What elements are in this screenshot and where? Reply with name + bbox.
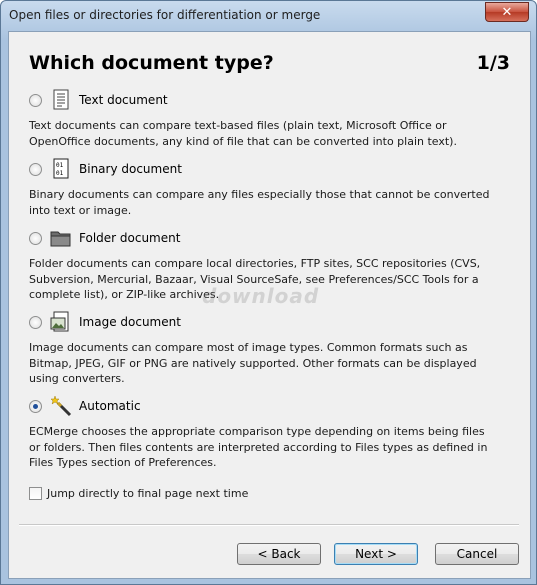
svg-text:01: 01 (56, 162, 64, 169)
option-description: Text documents can compare text-based fi… (29, 119, 457, 148)
option-binary-document[interactable]: 01 01 Binary document (29, 156, 182, 182)
binary-document-icon: 01 01 (50, 158, 72, 180)
radio-automatic[interactable] (29, 399, 42, 413)
radio-folder-document[interactable] (29, 231, 42, 245)
radio-text-document[interactable] (29, 93, 42, 107)
text-document-icon (50, 89, 72, 111)
watermark: download (202, 284, 320, 308)
folder-icon (50, 227, 72, 249)
checkbox-label: Jump directly to final page next time (47, 487, 249, 500)
wizard-page: Which document type? 1/3 Text document T… (8, 31, 531, 579)
separator (19, 524, 519, 526)
option-label: Binary document (79, 162, 182, 176)
window-title: Open files or directories for differenti… (9, 8, 321, 22)
option-label: Image document (79, 315, 181, 329)
page-indicator: 1/3 (476, 52, 510, 74)
option-label: Text document (79, 93, 168, 107)
option-automatic[interactable]: Automatic (29, 393, 141, 419)
jump-to-final-page-option[interactable]: Jump directly to final page next time (29, 487, 248, 500)
next-button[interactable]: Next > (334, 543, 418, 565)
radio-image-document[interactable] (29, 315, 42, 329)
page-title: Which document type? (29, 52, 274, 74)
title-bar[interactable]: Open files or directories for differenti… (1, 1, 536, 31)
option-description: Image documents can compare most of imag… (29, 341, 477, 385)
image-document-icon (50, 311, 72, 333)
jump-to-final-page-checkbox[interactable] (29, 487, 42, 500)
option-image-document[interactable]: Image document (29, 309, 181, 335)
option-description: ECMerge chooses the appropriate comparis… (29, 425, 488, 469)
cancel-button[interactable]: Cancel (435, 543, 519, 565)
magic-wand-icon (50, 395, 72, 417)
radio-binary-document[interactable] (29, 162, 42, 176)
option-label: Folder document (79, 231, 181, 245)
option-folder-document[interactable]: Folder document (29, 225, 180, 251)
back-button[interactable]: < Back (237, 543, 321, 565)
dialog-window: Open files or directories for differenti… (0, 0, 537, 585)
close-icon: ✕ (501, 4, 513, 20)
option-text-document[interactable]: Text document (29, 87, 168, 113)
option-label: Automatic (79, 399, 141, 413)
svg-text:01: 01 (56, 170, 64, 177)
option-description: Binary documents can compare any files e… (29, 188, 490, 217)
close-button[interactable]: ✕ (485, 2, 529, 22)
